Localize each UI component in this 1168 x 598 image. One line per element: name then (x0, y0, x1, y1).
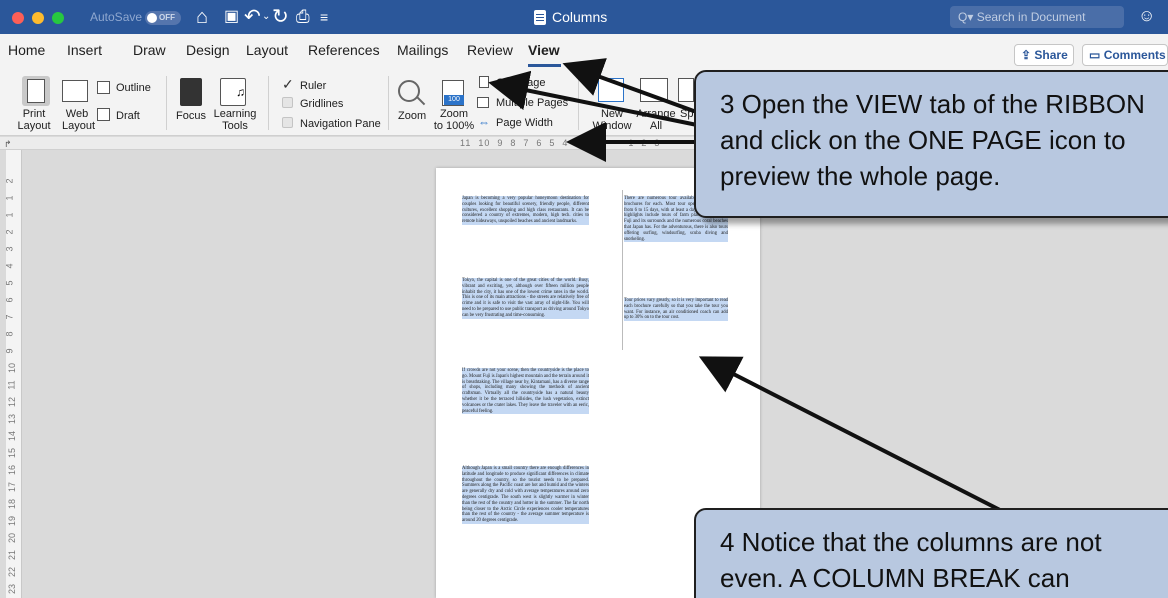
instruction-callout-step-4: 4 Notice that the columns are not even. … (694, 508, 1168, 598)
arrow-to-column (698, 356, 1001, 512)
instruction-callout-step-3: 3 Open the VIEW tab of the RIBBON and cl… (694, 70, 1168, 218)
arrow-to-view-tab (562, 58, 703, 116)
arrow-to-one-page (488, 70, 703, 128)
